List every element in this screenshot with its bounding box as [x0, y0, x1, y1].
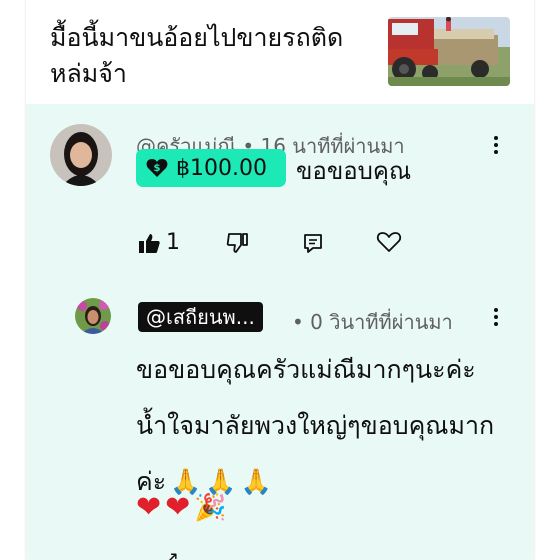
heart-outline-icon — [376, 232, 402, 252]
dot — [494, 308, 498, 312]
reply-more-options-button[interactable] — [486, 304, 506, 330]
reply-author[interactable]: @เสถียนพ... — [138, 302, 263, 332]
video-thumbnail[interactable] — [388, 17, 510, 86]
reply-item: @เสถียนพ... • 0 วินาทีที่ผ่านมา ขอขอบคุณ… — [26, 292, 534, 560]
more-options-button[interactable] — [486, 132, 506, 158]
party-emoji: 🎉 — [194, 492, 227, 523]
reply-text: ขอขอบคุณครัวแม่ณีมากๆนะค่ะน้ำใจมาลัยพวงใ… — [136, 355, 495, 496]
prayer-emoji: 🙏 — [240, 467, 272, 496]
avatar-image — [50, 124, 112, 186]
thumbs-down-icon — [226, 233, 248, 253]
dot — [494, 136, 498, 140]
heart-button[interactable] — [376, 230, 402, 254]
left-margin — [0, 0, 26, 560]
reply-icon — [304, 234, 322, 253]
reply-avatar-image — [75, 298, 111, 334]
super-thanks-amount: ฿100.00 — [176, 155, 267, 181]
thumbs-up-icon[interactable]: ↗ — [164, 548, 179, 560]
thumbs-up-icon — [139, 233, 160, 253]
dot — [494, 143, 498, 147]
dot — [494, 322, 498, 326]
dislike-button[interactable] — [226, 232, 248, 254]
reply-timestamp: 0 วินาทีที่ผ่านมา — [310, 310, 453, 334]
comments-panel: มื้อนี้มาขนอ้อยไปขายรถติดหล่มจ้า @ครัวแม… — [26, 0, 534, 560]
video-title[interactable]: มื้อนี้มาขนอ้อยไปขายรถติดหล่มจ้า — [50, 20, 380, 92]
super-thanks-chip: $ ฿100.00 — [136, 149, 286, 187]
heart-emoji: ❤ — [165, 490, 191, 525]
reply-emoji-row: ❤ ❤ 🎉 — [136, 490, 227, 525]
money-heart-icon: $ — [146, 159, 168, 177]
heart-emoji: ❤ — [136, 490, 162, 525]
avatar[interactable] — [50, 124, 112, 186]
thumbnail-image — [388, 17, 510, 86]
like-button[interactable]: 1 — [138, 230, 180, 255]
reply-header: • 0 วินาทีที่ผ่านมา — [292, 306, 453, 338]
reply-button[interactable] — [302, 232, 324, 254]
comment-item: @ครัวแม่ณี • 16 นาทีที่ผ่านมา $ ฿100.00 … — [26, 104, 534, 292]
meta-separator: • — [292, 310, 304, 334]
right-margin — [534, 0, 560, 560]
comment-text: ขอขอบคุณ — [296, 157, 412, 185]
like-count: 1 — [166, 230, 180, 255]
reply-avatar[interactable] — [75, 298, 111, 334]
video-header[interactable]: มื้อนี้มาขนอ้อยไปขายรถติดหล่มจ้า — [26, 0, 534, 104]
dot — [494, 315, 498, 319]
svg-text:$: $ — [154, 163, 161, 174]
dot — [494, 150, 498, 154]
